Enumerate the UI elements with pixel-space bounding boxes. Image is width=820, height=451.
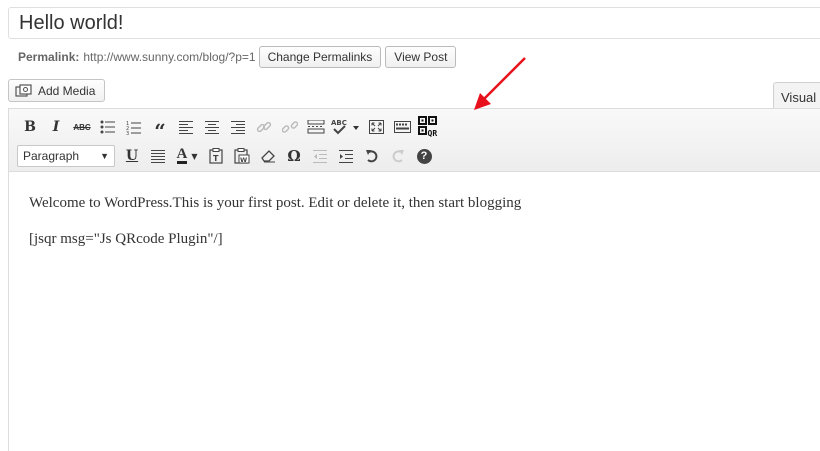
format-select-value: Paragraph xyxy=(23,149,80,163)
qrcode-button[interactable]: QR xyxy=(415,115,441,139)
svg-text:3: 3 xyxy=(126,131,129,135)
help-icon: ? xyxy=(416,148,432,164)
unlink-icon xyxy=(282,121,298,133)
editor-content[interactable]: Welcome to WordPress.This is your first … xyxy=(29,193,521,265)
editor-toolbar: B I ABC 1 2 3 “ ABC QR Paragraph ▼ U A ▼… xyxy=(9,109,820,172)
add-media-button[interactable]: Add Media xyxy=(8,79,106,102)
indent-icon xyxy=(338,149,353,163)
paste-word-icon: W xyxy=(234,148,250,164)
insert-link-button[interactable] xyxy=(251,115,277,139)
spellcheck-icon: ABC xyxy=(331,119,359,135)
align-center-button[interactable] xyxy=(199,115,225,139)
blockquote-button[interactable]: “ xyxy=(147,115,173,143)
numbered-list-icon: 1 2 3 xyxy=(126,121,141,135)
strikethrough-button[interactable]: ABC xyxy=(69,115,95,139)
redo-button[interactable] xyxy=(385,144,411,168)
toolbar-row-1: B I ABC 1 2 3 “ ABC QR xyxy=(17,114,441,143)
shortcode-paragraph: [jsqr msg="Js QRcode Plugin"/] xyxy=(29,231,223,247)
italic-button[interactable]: I xyxy=(43,115,69,139)
outdent-button[interactable] xyxy=(307,144,333,168)
align-right-icon xyxy=(230,120,245,134)
numbered-list-button[interactable]: 1 2 3 xyxy=(121,115,147,139)
read-more-icon xyxy=(307,120,325,134)
change-permalinks-button[interactable]: Change Permalinks xyxy=(258,46,382,68)
indent-button[interactable] xyxy=(333,144,359,168)
spellcheck-button[interactable]: ABC xyxy=(329,115,363,139)
undo-icon xyxy=(366,150,378,163)
text-color-dropdown-icon: ▼ xyxy=(191,151,198,161)
permalink-row: Permalink: http://www.sunny.com/blog/?p=… xyxy=(18,45,460,69)
permalink-label: Permalink: xyxy=(18,50,80,64)
underline-button[interactable]: U xyxy=(119,144,145,168)
toolbar-toggle-button[interactable] xyxy=(389,115,415,139)
fullscreen-button[interactable] xyxy=(363,115,389,139)
tab-visual[interactable]: Visual xyxy=(773,82,820,109)
content-paragraph: Welcome to WordPress.This is your first … xyxy=(29,195,522,211)
undo-button[interactable] xyxy=(359,144,385,168)
align-left-icon xyxy=(178,120,193,134)
svg-text:W: W xyxy=(240,156,247,164)
justify-icon xyxy=(150,149,165,163)
annotation-arrow-icon xyxy=(474,57,526,110)
media-icon xyxy=(15,83,32,97)
link-icon xyxy=(256,121,272,133)
post-editor: B I ABC 1 2 3 “ ABC QR Paragraph ▼ U A ▼… xyxy=(8,108,820,451)
paste-text-icon: T xyxy=(208,148,223,164)
qr-label: QR xyxy=(428,129,438,138)
clear-formatting-button[interactable] xyxy=(255,144,281,168)
text-color-icon: A xyxy=(176,146,188,164)
chevron-down-icon: ▼ xyxy=(100,151,109,161)
text-color-button[interactable]: A ▼ xyxy=(171,144,203,168)
help-button[interactable]: ? xyxy=(411,144,437,168)
kitchen-sink-icon xyxy=(393,121,411,133)
bold-button[interactable]: B xyxy=(17,115,43,139)
eraser-icon xyxy=(260,150,275,163)
paste-word-button[interactable]: W xyxy=(229,144,255,168)
align-right-button[interactable] xyxy=(225,115,251,139)
special-character-button[interactable]: Ω xyxy=(281,144,307,168)
format-select[interactable]: Paragraph ▼ xyxy=(17,145,115,167)
paste-text-button[interactable]: T xyxy=(203,144,229,168)
svg-text:T: T xyxy=(213,154,219,163)
permalink-url: http://www.sunny.com/blog/?p=1 xyxy=(83,50,256,64)
bullet-list-button[interactable] xyxy=(95,115,121,139)
justify-button[interactable] xyxy=(145,144,171,168)
toolbar-row-2: Paragraph ▼ U A ▼ T W Ω ? xyxy=(17,143,437,169)
remove-link-button[interactable] xyxy=(277,115,303,139)
outdent-icon xyxy=(312,149,327,163)
add-media-label: Add Media xyxy=(38,83,96,98)
read-more-button[interactable] xyxy=(303,115,329,139)
view-post-button[interactable]: View Post xyxy=(385,46,457,68)
fullscreen-icon xyxy=(368,120,384,134)
align-center-icon xyxy=(204,120,219,134)
align-left-button[interactable] xyxy=(173,115,199,139)
qrcode-icon: QR xyxy=(418,116,438,138)
bullet-list-icon xyxy=(100,120,115,134)
redo-icon xyxy=(392,150,404,163)
post-title-input[interactable]: Hello world! xyxy=(8,7,820,39)
